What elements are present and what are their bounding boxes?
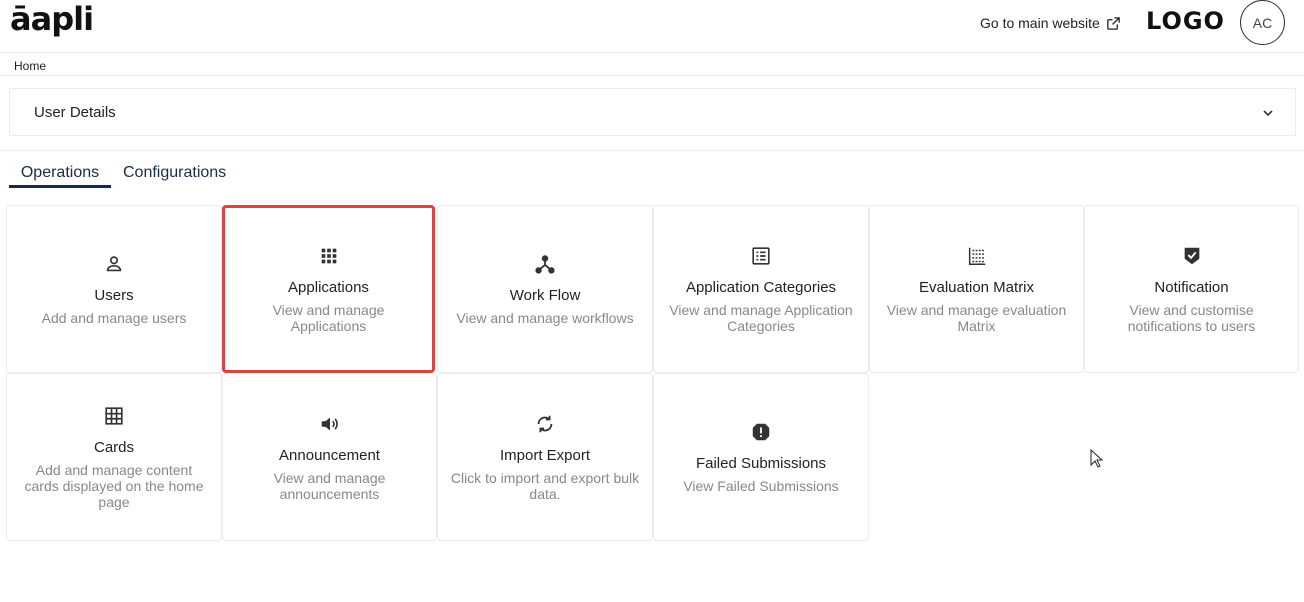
card-application-categories[interactable]: Application Categories View and manage A… [653, 205, 869, 373]
chevron-down-icon [1263, 110, 1273, 117]
section-divider [0, 150, 1304, 151]
list-box-icon [750, 245, 772, 267]
shield-check-icon [1181, 245, 1203, 267]
card-users[interactable]: Users Add and manage users [6, 205, 222, 373]
table-grid-icon [103, 405, 125, 427]
card-title: Notification [1154, 278, 1229, 296]
main-website-link-label: Go to main website [980, 15, 1100, 31]
card-description: View Failed Submissions [683, 477, 839, 494]
org-logo: LOGO [1146, 7, 1225, 35]
card-announcement[interactable]: Announcement View and manage announcemen… [222, 373, 437, 541]
top-bar: āapli Go to main website LOGO AC [0, 0, 1304, 53]
card-description: View and manage workflows [456, 309, 634, 326]
card-cards[interactable]: Cards Add and manage content cards displ… [6, 373, 222, 541]
card-description: View and customise notifications to user… [1127, 301, 1256, 334]
avatar[interactable]: AC [1240, 0, 1285, 45]
card-import-export[interactable]: Import Export Click to import and export… [437, 373, 653, 541]
alert-icon [750, 421, 772, 443]
card-title: Work Flow [509, 286, 581, 304]
grid-dots-icon [318, 245, 340, 267]
speaker-icon [319, 413, 341, 435]
card-description: Add and manage users [41, 309, 187, 326]
card-description: View and manage evaluation Matrix [886, 301, 1067, 334]
user-details-accordion[interactable]: User Details [9, 88, 1296, 136]
card-title: Users [94, 286, 134, 304]
card-title: Application Categories [685, 278, 837, 296]
breadcrumb-home[interactable]: Home [14, 59, 46, 73]
card-evaluation-matrix[interactable]: Evaluation Matrix View and manage evalua… [869, 205, 1084, 373]
sync-icon [534, 413, 556, 435]
card-description: View and manage announcements [273, 469, 386, 502]
card-notification[interactable]: Notification View and customise notifica… [1084, 205, 1299, 373]
card-title: Cards [93, 438, 134, 456]
breadcrumb: Home [0, 53, 1304, 76]
card-title: Evaluation Matrix [918, 278, 1035, 296]
card-title: Failed Submissions [695, 454, 827, 472]
card-title: Applications [288, 278, 369, 296]
tab-configurations[interactable]: Configurations [123, 162, 226, 182]
card-work-flow[interactable]: Work Flow View and manage workflows [437, 205, 653, 373]
user-details-title: User Details [34, 104, 116, 121]
card-description: Click to import and export bulk data. [450, 469, 640, 502]
card-failed-submissions[interactable]: Failed Submissions View Failed Submissio… [653, 373, 869, 541]
card-description: View and manage Application Categories [669, 301, 853, 334]
tab-operations[interactable]: Operations [9, 162, 111, 188]
card-title: Announcement [279, 446, 380, 464]
card-description: Add and manage content cards displayed o… [24, 461, 204, 510]
user-icon [103, 253, 125, 275]
workflow-icon [534, 253, 556, 275]
card-description: View and manage Applications [272, 301, 385, 334]
card-applications[interactable]: Applications View and manage Application… [222, 205, 435, 373]
main-website-link[interactable]: Go to main website [980, 15, 1121, 31]
brand-logo[interactable]: āapli [10, 0, 94, 38]
mouse-cursor-icon [1090, 449, 1104, 468]
matrix-icon [966, 245, 988, 267]
external-link-icon [1107, 16, 1120, 30]
card-title: Import Export [499, 446, 591, 464]
